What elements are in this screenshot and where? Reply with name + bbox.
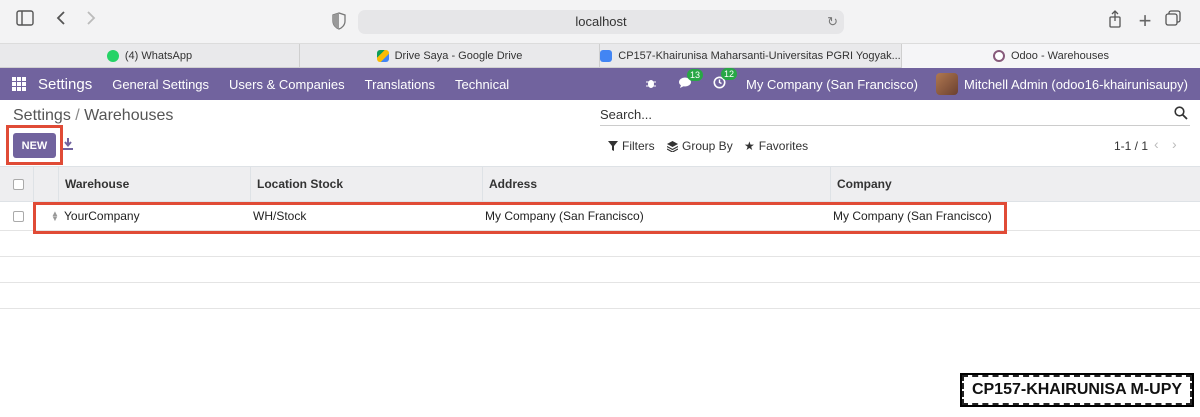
- address-text: localhost: [575, 14, 627, 29]
- column-warehouse[interactable]: Warehouse: [58, 167, 250, 202]
- messages-icon[interactable]: 13: [678, 68, 704, 92]
- reload-icon[interactable]: ↻: [827, 10, 838, 34]
- share-icon[interactable]: [1104, 10, 1126, 32]
- browser-toolbar: localhost ↻ +: [0, 0, 1200, 44]
- odoo-navbar: Settings General Settings Users & Compan…: [0, 68, 1200, 100]
- empty-row: [0, 257, 1200, 283]
- column-company[interactable]: Company: [830, 167, 1200, 202]
- tab-label: Odoo - Warehouses: [1010, 50, 1110, 62]
- column-location-stock[interactable]: Location Stock: [250, 167, 482, 202]
- menu-general-settings[interactable]: General Settings: [112, 77, 209, 92]
- odoo-icon: [992, 50, 1005, 62]
- activities-clock-icon[interactable]: 12: [712, 68, 738, 92]
- group-by-toggle[interactable]: Group By: [667, 139, 733, 153]
- breadcrumb-settings[interactable]: Settings: [13, 107, 71, 124]
- layers-icon: [667, 140, 678, 152]
- sidebar-toggle-icon[interactable]: [14, 10, 36, 32]
- tab-overview-icon[interactable]: [1162, 10, 1184, 32]
- menu-translations[interactable]: Translations: [365, 77, 435, 92]
- favorites-toggle[interactable]: ★ Favorites: [744, 139, 808, 153]
- address-bar[interactable]: localhost ↻: [358, 10, 844, 34]
- menu-technical[interactable]: Technical: [455, 77, 509, 92]
- user-avatar[interactable]: [935, 73, 958, 95]
- debug-bug-icon[interactable]: [644, 77, 658, 92]
- empty-row: [0, 283, 1200, 309]
- warehouses-list: Warehouse Location Stock Address Company…: [0, 166, 1200, 309]
- tab-label: (4) WhatsApp: [124, 50, 193, 62]
- pager-value[interactable]: 1-1 / 1: [1114, 139, 1148, 153]
- table-header: Warehouse Location Stock Address Company: [0, 166, 1200, 202]
- favorites-label: Favorites: [758, 139, 809, 153]
- tab-google-docs[interactable]: CP157-Khairunisa Maharsanti-Universitas …: [600, 44, 902, 68]
- select-all-checkbox[interactable]: [13, 179, 24, 190]
- activities-count-badge: 12: [721, 68, 738, 80]
- back-icon[interactable]: [50, 10, 72, 32]
- browser-tabs: (4) WhatsApp Drive Saya - Google Drive C…: [0, 44, 1200, 68]
- pager-previous-icon[interactable]: ‹: [1154, 136, 1159, 152]
- breadcrumb-separator: /: [75, 107, 80, 124]
- breadcrumb: Settings / Warehouses: [13, 107, 173, 125]
- forward-icon[interactable]: [80, 10, 102, 32]
- google-drive-icon: [376, 50, 389, 62]
- company-switcher[interactable]: My Company (San Francisco): [746, 77, 918, 92]
- search-bar: [600, 104, 1190, 126]
- new-button-highlight: NEW: [6, 125, 63, 165]
- search-icon[interactable]: [1174, 106, 1188, 120]
- download-icon[interactable]: [62, 138, 74, 150]
- tab-whatsapp[interactable]: (4) WhatsApp: [0, 44, 300, 68]
- apps-menu-icon[interactable]: [12, 77, 26, 91]
- empty-row: [0, 231, 1200, 257]
- watermark-label: CP157-KHAIRUNISA M-UPY: [960, 373, 1194, 407]
- new-button[interactable]: NEW: [13, 133, 56, 158]
- privacy-shield-icon[interactable]: [332, 10, 352, 32]
- row-checkbox[interactable]: [13, 211, 24, 222]
- column-address[interactable]: Address: [482, 167, 830, 202]
- pager-next-icon[interactable]: ›: [1172, 136, 1177, 152]
- menu-users-companies[interactable]: Users & Companies: [229, 77, 345, 92]
- new-tab-icon[interactable]: +: [1134, 10, 1156, 32]
- breadcrumb-warehouses: Warehouses: [84, 107, 174, 124]
- user-menu[interactable]: Mitchell Admin (odoo16-khairunisaupy): [964, 77, 1188, 92]
- messages-count-badge: 13: [687, 68, 704, 81]
- search-input[interactable]: [600, 104, 1160, 125]
- tab-odoo-warehouses[interactable]: Odoo - Warehouses: [902, 44, 1200, 68]
- filters-label: Filters: [622, 139, 655, 153]
- filter-icon: [608, 141, 618, 151]
- whatsapp-icon: [106, 50, 119, 62]
- row-highlight: [33, 202, 1007, 234]
- tab-google-drive[interactable]: Drive Saya - Google Drive: [300, 44, 600, 68]
- app-brand[interactable]: Settings: [38, 76, 92, 93]
- star-icon: ★: [744, 139, 755, 153]
- tab-label: CP157-Khairunisa Maharsanti-Universitas …: [618, 50, 901, 62]
- group-by-label: Group By: [682, 139, 733, 153]
- google-docs-icon: [600, 50, 613, 62]
- tab-label: Drive Saya - Google Drive: [394, 50, 523, 62]
- filters-toggle[interactable]: Filters: [608, 139, 655, 153]
